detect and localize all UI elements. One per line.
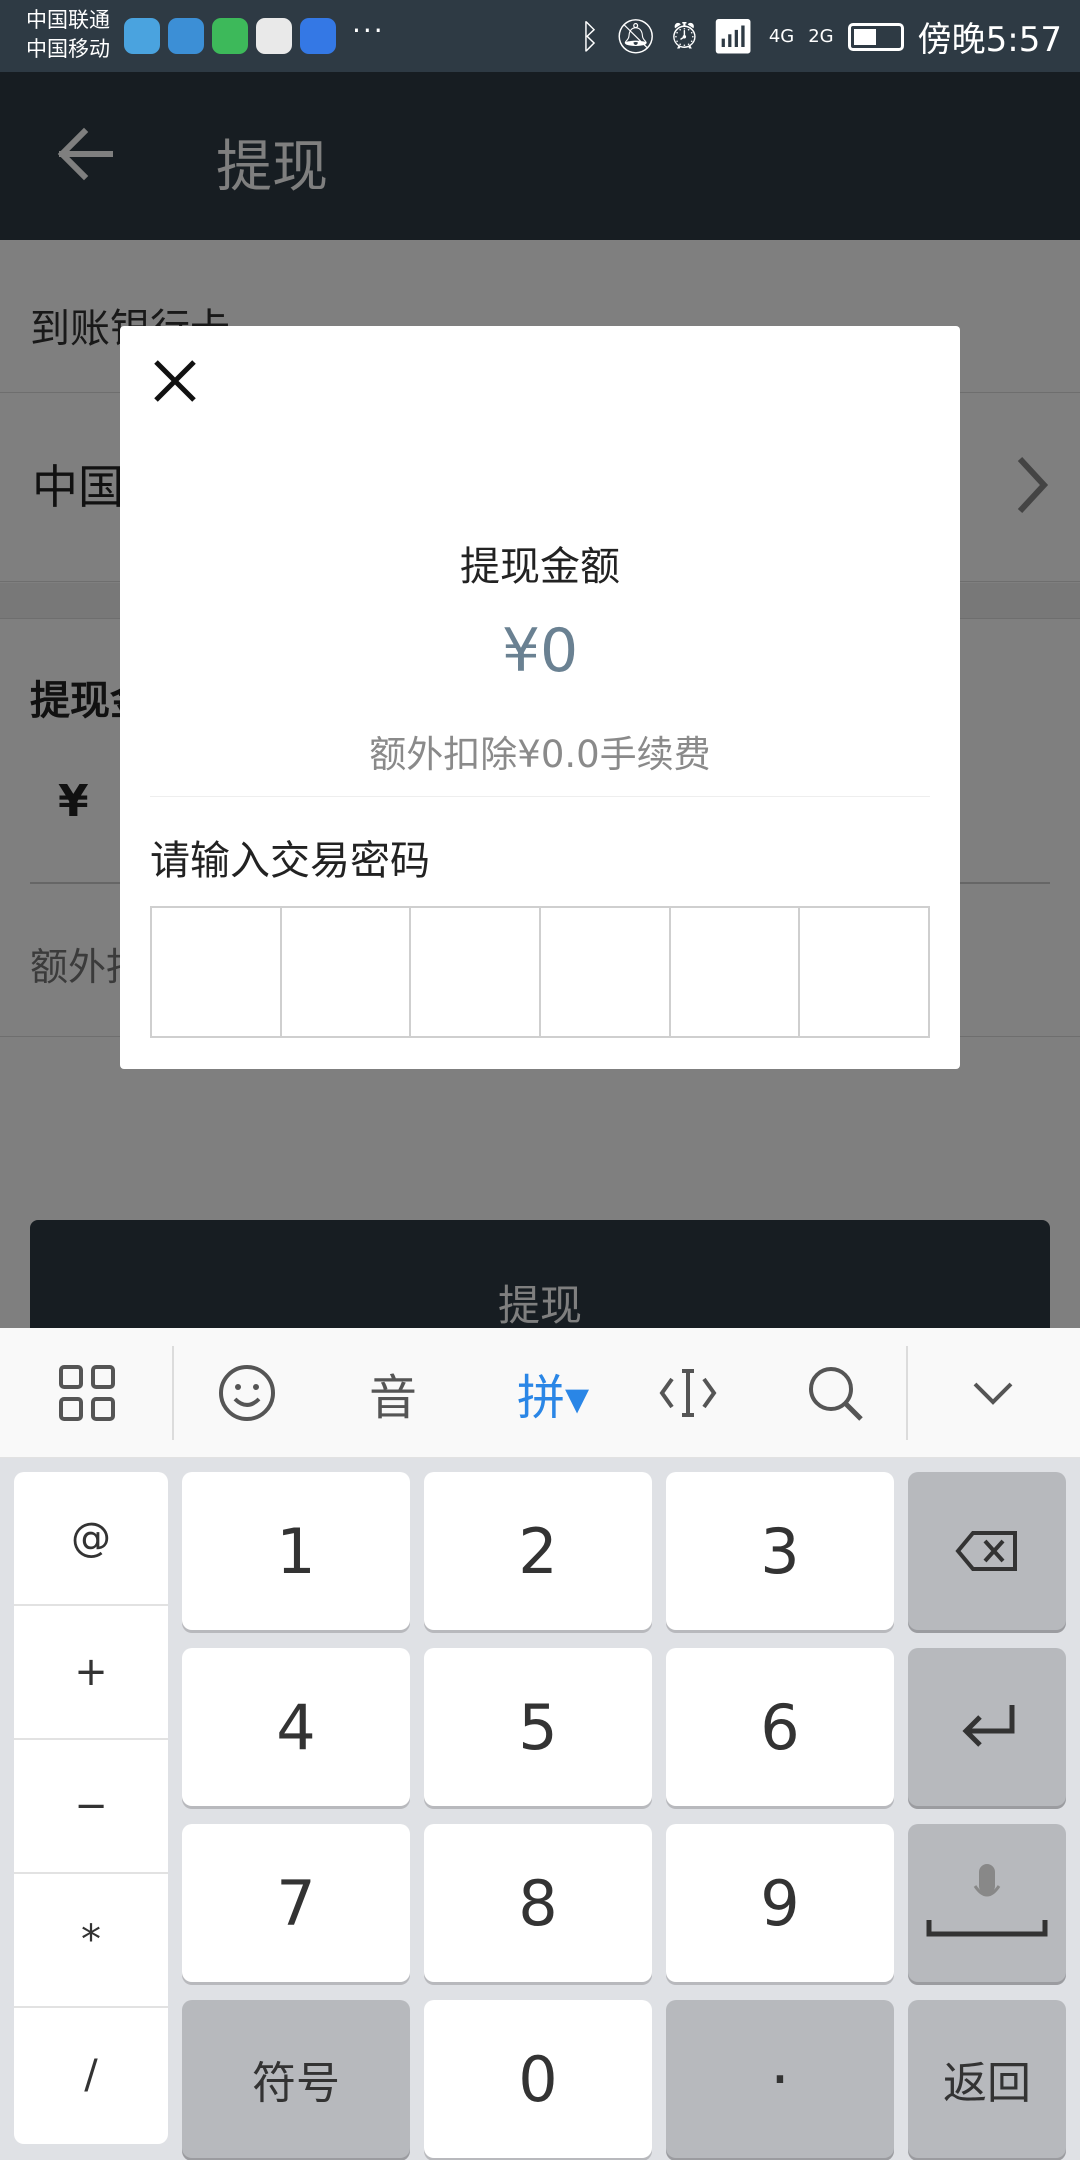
dialog-fee-note: 额外扣除¥0.0手续费 xyxy=(369,733,711,776)
dialog-title: 提现金额 xyxy=(460,544,620,590)
key-7[interactable]: 7 xyxy=(182,1824,410,1982)
password-prompt: 请输入交易密码 xyxy=(150,838,430,884)
dialog-divider xyxy=(150,796,930,797)
symbol-column: @ + − * / xyxy=(14,1472,168,2144)
key-6[interactable]: 6 xyxy=(666,1648,894,1806)
side-key-minus[interactable]: − xyxy=(14,1740,168,1874)
key-3[interactable]: 3 xyxy=(666,1472,894,1630)
toolbar-separator xyxy=(172,1346,174,1440)
numeric-keyboard: @ + − * / 1 2 3 4 5 6 7 8 9 符号 0 · 返回 xyxy=(0,1458,1080,2160)
system-status: ᛒ 🔕︎ ⏰︎ 📶︎ 4G 2G 傍晚5:57 xyxy=(580,12,1062,61)
toolbar-separator xyxy=(906,1346,908,1440)
mute-icon: 🔕︎ xyxy=(613,16,658,57)
password-digit-box[interactable] xyxy=(541,908,671,1036)
password-digit-box[interactable] xyxy=(411,908,542,1036)
key-0[interactable]: 0 xyxy=(424,2000,652,2158)
side-key-asterisk[interactable]: * xyxy=(14,1874,168,2008)
battery-icon xyxy=(847,22,904,51)
carrier-1: 中国联通 xyxy=(26,8,110,32)
space-mic-icon xyxy=(926,1864,1048,1937)
grid-menu-icon[interactable] xyxy=(42,1348,132,1438)
gallery-app-icon xyxy=(256,18,292,54)
cursor-control-icon[interactable] xyxy=(643,1348,733,1438)
dot-key[interactable]: · xyxy=(666,2000,894,2158)
password-digit-box[interactable] xyxy=(800,908,928,1036)
password-digit-box[interactable] xyxy=(282,908,412,1036)
signal-4g-icon: 4G xyxy=(768,26,795,47)
hide-keyboard-icon[interactable] xyxy=(948,1348,1038,1438)
pinyin-mode-button[interactable]: 拼▾ xyxy=(498,1348,608,1438)
symbols-key[interactable]: 符号 xyxy=(182,2000,410,2158)
side-key-at[interactable]: @ xyxy=(14,1472,168,1606)
search-icon[interactable] xyxy=(790,1348,880,1438)
key-9[interactable]: 9 xyxy=(666,1824,894,1982)
backspace-key[interactable] xyxy=(908,1472,1066,1630)
browser-app-icon xyxy=(124,18,160,54)
voice-input-button[interactable]: 音 xyxy=(348,1348,438,1438)
key-1[interactable]: 1 xyxy=(182,1472,410,1630)
video-app-icon xyxy=(212,18,248,54)
notification-icons xyxy=(124,18,336,54)
alarm-icon: ⏰︎ xyxy=(671,16,698,57)
wifi-icon: 📶︎ xyxy=(711,16,755,57)
status-bar: 中国联通 中国移动 ··· ᛒ 🔕︎ ⏰︎ 📶︎ 4G 2G 傍晚5:57 xyxy=(0,0,1080,72)
emoji-icon[interactable] xyxy=(202,1348,292,1438)
more-notifications-icon: ··· xyxy=(352,14,385,47)
clock: 傍晚5:57 xyxy=(917,20,1062,60)
key-2[interactable]: 2 xyxy=(424,1472,652,1630)
keyboard-toolbar: 音 拼▾ xyxy=(0,1328,1080,1458)
enter-icon xyxy=(962,1705,1015,1747)
backspace-icon xyxy=(955,1531,1017,1571)
key-8[interactable]: 8 xyxy=(424,1824,652,1982)
key-5[interactable]: 5 xyxy=(424,1648,652,1806)
password-digit-box[interactable] xyxy=(671,908,801,1036)
key-4[interactable]: 4 xyxy=(182,1648,410,1806)
enter-key[interactable] xyxy=(908,1648,1066,1806)
password-digit-box[interactable] xyxy=(152,908,282,1036)
side-key-plus[interactable]: + xyxy=(14,1606,168,1740)
signal-2g-icon: 2G xyxy=(808,26,834,47)
close-icon[interactable] xyxy=(150,356,200,406)
wallet-app-icon xyxy=(168,18,204,54)
dialog-amount: ¥0 xyxy=(501,616,579,686)
space-key[interactable] xyxy=(908,1824,1066,1982)
password-input[interactable] xyxy=(150,906,930,1038)
bluetooth-icon: ᛒ xyxy=(579,16,600,57)
baidu-app-icon xyxy=(300,18,336,54)
side-key-slash[interactable]: / xyxy=(14,2008,168,2142)
password-dialog: 提现金额 ¥0 额外扣除¥0.0手续费 请输入交易密码 xyxy=(120,326,960,1069)
carrier-info: 中国联通 中国移动 xyxy=(26,6,110,64)
return-key[interactable]: 返回 xyxy=(908,2000,1066,2158)
carrier-2: 中国移动 xyxy=(26,37,110,61)
